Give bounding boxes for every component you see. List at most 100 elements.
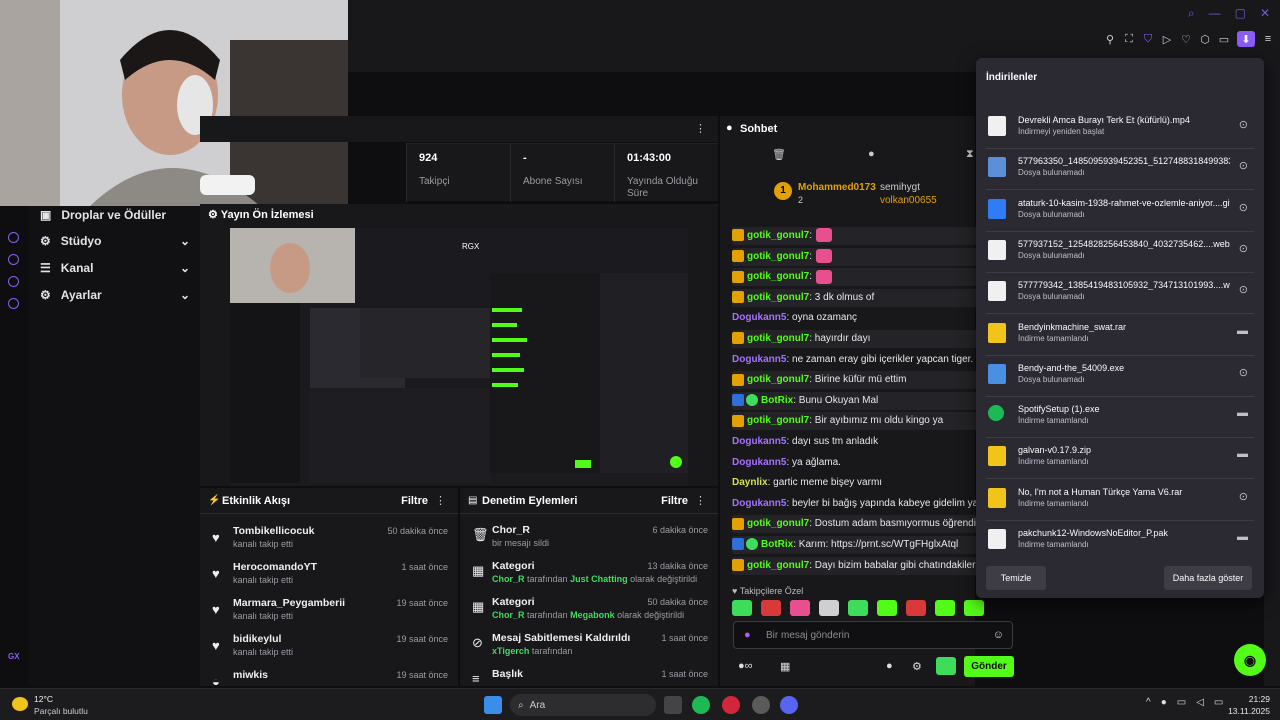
list-item[interactable]: ♥ Marmara_Peygamberii kanalı takip etti … — [212, 594, 448, 630]
download-item[interactable]: galvan-v0.17.9.zip İndirme tamamlandı ▬ — [986, 440, 1254, 476]
clear-button[interactable]: Temizle — [986, 566, 1046, 590]
sidebar-item-drops[interactable]: ▣ Droplar ve Ödüller — [40, 208, 190, 222]
settings-icon[interactable]: ⚙ — [912, 660, 922, 673]
retry-icon[interactable]: ⊙ — [1239, 366, 1248, 379]
chat-username[interactable]: gotik_gonul7 — [747, 415, 809, 426]
minimize-icon[interactable]: — — [1209, 6, 1221, 21]
chat-message[interactable]: gotik_gonul7: — [732, 268, 977, 287]
emote-icon[interactable] — [819, 600, 839, 616]
download-item[interactable]: Bendyinkmachine_swat.rar İndirme tamamlan… — [986, 317, 1254, 353]
retry-icon[interactable]: ⊙ — [1239, 490, 1248, 503]
battery-icon[interactable]: ▭ — [1214, 697, 1223, 708]
chat-username[interactable]: gotik_gonul7 — [747, 292, 809, 303]
emote-icon[interactable] — [790, 600, 810, 616]
list-item[interactable]: ♥ Tombikellicocuk kanalı takip etti 50 d… — [212, 522, 448, 558]
list-item[interactable]: ▦ Kategori Chor_R tarafından Just Chatti… — [472, 558, 708, 594]
chat-message[interactable]: gotik_gonul7: Dayı bizim babalar gibi ch… — [732, 556, 977, 575]
menu-icon[interactable]: ≡ — [1262, 33, 1274, 45]
emote-icon[interactable] — [964, 600, 984, 616]
chat-message[interactable]: gotik_gonul7: hayırdır dayı — [732, 330, 977, 348]
play-icon[interactable]: ▷ — [1161, 33, 1173, 46]
gifter-name[interactable]: semihygt — [880, 182, 920, 193]
emote-picker-icon[interactable] — [936, 657, 956, 675]
screenshot-icon[interactable]: ⛶ — [1123, 33, 1135, 45]
send-button[interactable]: Gönder — [964, 656, 1014, 677]
sidebar-item-channel[interactable]: ☰ Kanal ⌄ — [40, 261, 190, 275]
search-icon[interactable]: ⌕ — [1188, 6, 1195, 21]
chat-message[interactable]: gotik_gonul7: — [732, 227, 977, 245]
sidebar-item-studio[interactable]: ⚙ Stüdyo ⌄ — [40, 234, 190, 248]
retry-icon[interactable]: ⊙ — [1239, 283, 1248, 296]
chat-message[interactable]: Daynlix: gartic meme bişey varmı — [732, 474, 977, 492]
retry-icon[interactable]: ⊙ — [1239, 159, 1248, 172]
chevron-up-icon[interactable]: ^ — [1146, 697, 1151, 708]
chat-username[interactable]: Dogukann5 — [732, 354, 786, 365]
chat-username[interactable]: gotik_gonul7 — [747, 374, 809, 385]
sidebar-item-settings[interactable]: ⚙ Ayarlar ⌄ — [40, 288, 190, 302]
list-item[interactable]: ♥ HerocomandoYT kanalı takip etti 1 saat… — [212, 558, 448, 594]
help-button[interactable]: ◉ — [1234, 644, 1266, 676]
download-item[interactable]: Bendy-and-the_54009.exe Dosya bulunamadı ⊙ — [986, 358, 1254, 394]
download-item[interactable]: ataturk-10-kasim-1938-rahmet-ve-ozlemle-… — [986, 193, 1254, 229]
extensions-icon[interactable]: ⬡ — [1199, 33, 1211, 46]
emote-icon[interactable] — [848, 600, 868, 616]
app-icon[interactable] — [752, 696, 770, 714]
chat-message[interactable]: gotik_gonul7: Dostum adam basmıyormus öğ… — [732, 515, 977, 534]
emote-icon[interactable] — [906, 600, 926, 616]
moderation-filter-button[interactable]: Filtre — [661, 495, 688, 507]
chat-message[interactable]: Dogukann5: ne zaman eray gibi içerikler … — [732, 351, 977, 369]
emote-icon[interactable] — [732, 600, 752, 616]
emote-icon[interactable] — [761, 600, 781, 616]
more-icon[interactable]: ⋮ — [695, 122, 706, 135]
chat-message[interactable]: Dogukann5: dayı sus tm anladık — [732, 433, 977, 451]
retry-icon[interactable]: ⊙ — [1239, 242, 1248, 255]
download-item[interactable]: No, I'm not a Human Türkçe Yama V6.rar İn… — [986, 482, 1254, 518]
download-item[interactable]: Devrekli Amca Burayı Terk Et (küfürlü).m… — [986, 110, 1254, 146]
hourglass-icon[interactable]: ⧗ — [966, 148, 974, 161]
chat-message[interactable]: gotik_gonul7: 3 dk olmus of — [732, 288, 977, 307]
gifter-name[interactable]: Mohammed0173 — [798, 182, 876, 193]
folder-icon[interactable]: ▬ — [1237, 325, 1248, 337]
folder-icon[interactable]: ▬ — [1237, 531, 1248, 543]
store-icon[interactable]: ▦ — [780, 660, 790, 673]
gifter-name[interactable]: volkan00655 — [880, 195, 937, 206]
rail-icon-1[interactable] — [8, 232, 19, 243]
rail-icon-2[interactable] — [8, 254, 19, 265]
activity-filter-button[interactable]: Filtre — [401, 495, 428, 507]
download-item[interactable]: 577937152_1254828256453840_4032735462...… — [986, 234, 1254, 270]
volume-icon[interactable]: ◁ — [1196, 697, 1204, 708]
more-icon[interactable]: ⋮ — [695, 494, 706, 507]
chat-username[interactable]: BotRix — [761, 539, 793, 550]
chat-username[interactable]: Dogukann5 — [732, 498, 786, 509]
chat-username[interactable]: gotik_gonul7 — [747, 560, 809, 571]
taskbar-search[interactable]: ⌕ Ara — [510, 694, 656, 716]
list-item[interactable]: 🗑 Chor_R bir mesajı sildi 6 dakika önce — [472, 522, 708, 558]
chat-message[interactable]: Dogukann5: beyler bi bağış yapında kabey… — [732, 495, 977, 513]
wallet-icon[interactable]: ▭ — [1218, 33, 1230, 46]
list-item[interactable]: ♥ bidikeylul kanalı takip etti 19 saat ö… — [212, 630, 448, 666]
chat-username[interactable]: gotik_gonul7 — [747, 518, 809, 529]
chat-username[interactable]: Dogukann5 — [732, 457, 786, 468]
spotify-icon[interactable] — [692, 696, 710, 714]
preview-video[interactable]: RGX — [230, 228, 688, 486]
chat-message[interactable]: BotRix: Karım: https://prnt.sc/WTgFHglxA… — [732, 536, 977, 554]
chat-message[interactable]: gotik_gonul7: Birine küfür mü ettim — [732, 371, 977, 390]
clock[interactable]: 21:29 13.11.2025 — [1228, 693, 1270, 717]
download-item[interactable]: 577779342_1385419483105932_734713101993.… — [986, 275, 1254, 311]
infinity-icon[interactable]: ●∞ — [738, 660, 753, 672]
chat-username[interactable]: Dogukann5 — [732, 312, 786, 323]
rail-icon-4[interactable] — [8, 298, 19, 309]
pin-icon[interactable]: ⚲ — [1104, 33, 1116, 46]
chat-message[interactable]: Dogukann5: oyna ozamanç — [732, 309, 977, 327]
retry-icon[interactable]: ⊙ — [1239, 201, 1248, 214]
chat-message[interactable]: Dogukann5: ya ağlama. — [732, 454, 977, 472]
heart-icon[interactable]: ♡ — [1180, 33, 1192, 46]
discord-icon[interactable] — [780, 696, 798, 714]
mic-icon[interactable]: ● — [1161, 697, 1167, 708]
display-icon[interactable]: ▭ — [1177, 697, 1186, 708]
chat-username[interactable]: gotik_gonul7 — [747, 230, 809, 241]
list-item[interactable]: ▦ Kategori Chor_R tarafından Megabonk ol… — [472, 594, 708, 630]
more-icon[interactable]: ⋮ — [435, 494, 446, 507]
chat-username[interactable]: Dogukann5 — [732, 436, 786, 447]
rail-icon-3[interactable] — [8, 276, 19, 287]
